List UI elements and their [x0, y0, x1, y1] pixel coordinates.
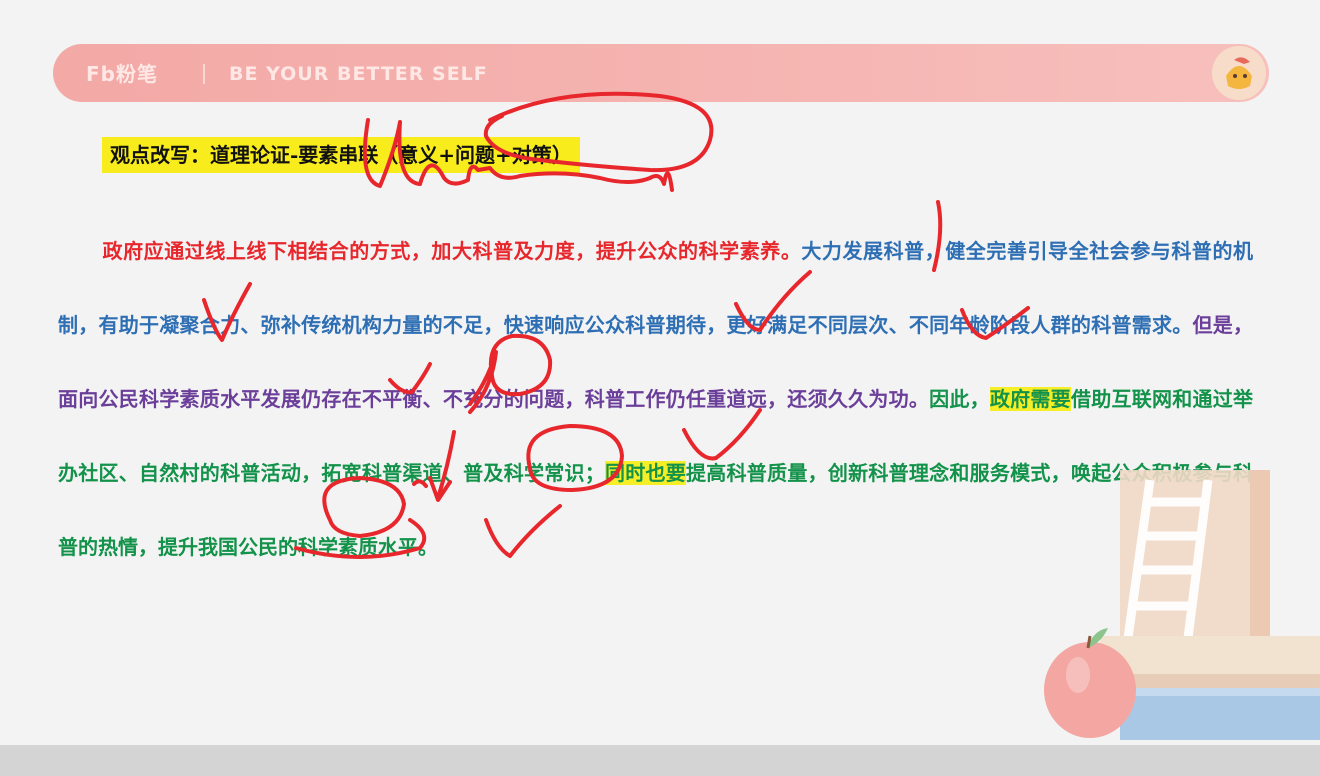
- mascot-avatar: [1212, 46, 1266, 100]
- decorative-illustration: [1044, 470, 1320, 740]
- section-title: 观点改写：道理论证-要素串联（意义+问题+对策）: [102, 137, 580, 173]
- brand-logo: Fb粉笔: [86, 62, 158, 86]
- banner-divider: [203, 64, 205, 84]
- brand-slogan: BE YOUR BETTER SELF: [229, 63, 488, 85]
- sentence-countermeasure-lead: 因此，: [929, 387, 990, 411]
- highlight-government-needs: 政府需要: [989, 387, 1071, 411]
- bottom-bar: [0, 745, 1320, 776]
- sentence-viewpoint: 政府应通过线上线下相结合的方式，加大科普及力度，提升公众的科学素养。: [102, 239, 802, 263]
- highlight-meanwhile: 同时也要: [604, 461, 687, 485]
